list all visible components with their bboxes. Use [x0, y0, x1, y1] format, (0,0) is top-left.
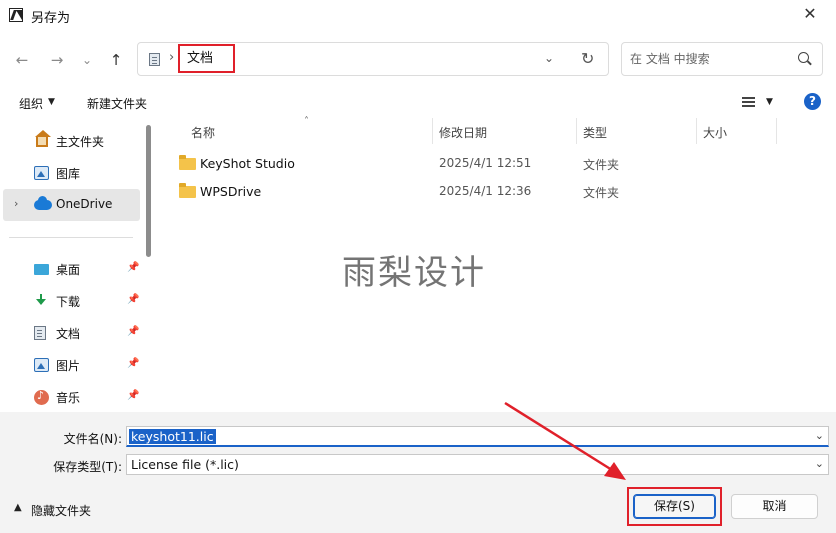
folder-icon [179, 183, 196, 198]
back-arrow-icon[interactable]: ← [11, 49, 33, 71]
folder-icon [179, 155, 196, 170]
sidebar-item-gallery[interactable]: 图库 [3, 157, 140, 189]
sidebar-item-music[interactable]: 音乐 📌 [3, 381, 140, 413]
sidebar-scrollbar[interactable] [146, 125, 151, 257]
table-row[interactable]: WPSDrive 2025/4/1 12:36 文件夹 [171, 179, 791, 205]
sidebar-item-desktop[interactable]: 桌面 📌 [3, 253, 140, 285]
chevron-up-icon: ▲ [14, 502, 22, 513]
cancel-button[interactable]: 取消 [731, 494, 818, 519]
sidebar-item-label: 下载 [56, 295, 81, 309]
column-header-size[interactable]: 大小 [703, 124, 727, 141]
sidebar-divider [9, 237, 133, 238]
help-icon[interactable]: ? [804, 93, 821, 110]
recent-locations-chevron-icon[interactable]: ⌄ [76, 49, 98, 71]
gallery-icon [34, 166, 49, 180]
filename-value[interactable]: keyshot11.lic [129, 429, 216, 444]
filetype-label: 保存类型(T): [53, 460, 122, 474]
column-header-type[interactable]: 类型 [583, 124, 607, 141]
save-options-panel: 文件名(N): keyshot11.lic ⌄ 保存类型(T): License… [0, 412, 836, 533]
address-bar[interactable]: › 文档 ⌄ ↻ [137, 42, 609, 76]
hide-folders-label: 隐藏文件夹 [31, 504, 92, 518]
refresh-icon[interactable]: ↻ [581, 49, 594, 68]
sidebar-item-pictures[interactable]: 图片 📌 [3, 349, 140, 381]
forward-arrow-icon[interactable]: → [46, 49, 68, 71]
watermark-text: 雨梨设计 [342, 253, 486, 293]
search-input[interactable] [630, 50, 790, 68]
pin-icon: 📌 [127, 262, 140, 273]
filename-label: 文件名(N): [63, 432, 122, 446]
pin-icon: 📌 [127, 390, 140, 401]
sidebar-item-home[interactable]: 主文件夹 [3, 125, 140, 157]
title-bar: 另存为 ✕ [0, 0, 836, 30]
sort-ascending-icon: ˄ [304, 116, 309, 127]
sidebar-item-label: 主文件夹 [56, 135, 105, 149]
file-list: ˄ 名称 修改日期 类型 大小 KeyShot Studio 2025/4/1 … [155, 116, 836, 412]
app-icon [9, 8, 23, 22]
table-row[interactable]: KeyShot Studio 2025/4/1 12:51 文件夹 [171, 151, 791, 177]
file-name: KeyShot Studio [200, 156, 295, 171]
cloud-icon [34, 196, 52, 210]
column-header-modified[interactable]: 修改日期 [439, 124, 487, 141]
address-dropdown-chevron-icon[interactable]: ⌄ [544, 51, 554, 65]
sidebar-item-label: OneDrive [56, 197, 113, 211]
column-divider[interactable] [696, 118, 697, 144]
organize-caret-icon[interactable]: ▼ [48, 97, 55, 107]
documents-icon [34, 326, 46, 340]
home-icon [35, 130, 51, 147]
file-type: 文件夹 [583, 186, 620, 200]
filename-dropdown-chevron-icon[interactable]: ⌄ [815, 429, 824, 442]
new-folder-button[interactable]: 新建文件夹 [87, 95, 147, 112]
search-box[interactable] [621, 42, 823, 76]
search-icon[interactable] [798, 52, 809, 63]
sidebar-item-onedrive[interactable]: › OneDrive [3, 189, 140, 221]
desktop-icon [34, 264, 49, 275]
navigation-bar: ← → ⌄ ↑ › 文档 ⌄ ↻ [0, 30, 836, 88]
view-options-caret-icon[interactable]: ▼ [766, 97, 773, 107]
window-title: 另存为 [31, 11, 71, 26]
file-modified: 2025/4/1 12:51 [439, 156, 532, 170]
sidebar-item-label: 图库 [56, 167, 81, 181]
breadcrumb-documents[interactable]: 文档 [178, 44, 235, 73]
sidebar-item-documents[interactable]: 文档 📌 [3, 317, 140, 349]
file-name: WPSDrive [200, 184, 262, 199]
column-divider[interactable] [776, 118, 777, 144]
close-icon[interactable]: ✕ [800, 4, 820, 24]
column-header-name[interactable]: 名称 [191, 124, 215, 141]
sidebar-item-label: 文档 [56, 327, 81, 341]
organize-button[interactable]: 组织 [19, 95, 43, 112]
command-toolbar: 组织 ▼ 新建文件夹 ▼ ? [0, 88, 836, 118]
filetype-value: License file (*.lic) [131, 457, 239, 472]
filename-input[interactable]: keyshot11.lic ⌄ [126, 426, 829, 447]
sidebar-item-downloads[interactable]: 下载 📌 [3, 285, 140, 317]
pin-icon: 📌 [127, 326, 140, 337]
sidebar-item-label: 图片 [56, 359, 81, 373]
pin-icon: 📌 [127, 294, 140, 305]
navigation-pane: 主文件夹 图库 › OneDrive 桌面 📌 下载 📌 文档 📌 图片 📌 音… [0, 118, 155, 412]
save-button[interactable]: 保存(S) [633, 494, 716, 519]
column-divider[interactable] [432, 118, 433, 144]
breadcrumb-separator-icon: › [169, 50, 175, 65]
download-icon [34, 294, 49, 308]
documents-icon [149, 53, 160, 66]
sidebar-item-label: 音乐 [56, 391, 81, 405]
music-icon [34, 389, 49, 405]
filetype-dropdown-chevron-icon[interactable]: ⌄ [815, 457, 824, 470]
view-options-icon[interactable] [742, 97, 755, 107]
column-divider[interactable] [576, 118, 577, 144]
sidebar-item-label: 桌面 [56, 263, 81, 277]
up-arrow-icon[interactable]: ↑ [105, 49, 127, 71]
expand-chevron-icon[interactable]: › [14, 197, 18, 210]
pictures-icon [34, 358, 49, 372]
file-modified: 2025/4/1 12:36 [439, 184, 532, 198]
filetype-select[interactable]: License file (*.lic) ⌄ [126, 454, 829, 475]
file-type: 文件夹 [583, 158, 620, 172]
pin-icon: 📌 [127, 358, 140, 369]
